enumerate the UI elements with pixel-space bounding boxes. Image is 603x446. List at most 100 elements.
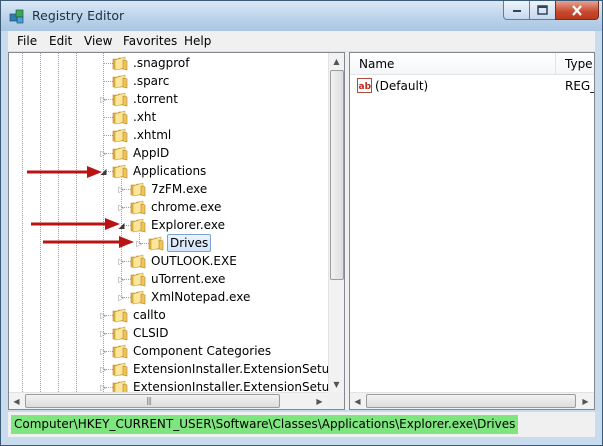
column-header-type[interactable]: Type <box>556 53 594 75</box>
value-type: REG_SZ <box>565 79 594 93</box>
folder-icon <box>112 91 128 107</box>
collapsed-triangle-icon[interactable]: ▷ <box>99 365 108 374</box>
scroll-down-button[interactable]: ▼ <box>329 376 344 392</box>
collapsed-triangle-icon[interactable]: ▷ <box>99 383 108 392</box>
collapsed-triangle-icon[interactable]: ▷ <box>117 203 126 212</box>
tree-node[interactable]: ▷ OUTLOOK.EXE <box>9 252 327 270</box>
registry-cubes-icon <box>9 9 24 24</box>
tree-node-label[interactable]: AppID <box>131 145 171 161</box>
scroll-thumb[interactable] <box>366 394 576 408</box>
tree-node-label[interactable]: .xht <box>131 109 158 125</box>
value-name: (Default) <box>375 79 429 93</box>
scroll-right-button[interactable]: ▶ <box>312 393 327 409</box>
folder-icon <box>112 127 128 143</box>
tree-node-label[interactable]: chrome.exe <box>149 199 223 215</box>
collapsed-triangle-icon[interactable]: ▷ <box>99 149 108 158</box>
scroll-thumb[interactable] <box>25 394 280 408</box>
collapsed-triangle-icon[interactable]: ▷ <box>99 329 108 338</box>
menu-help[interactable]: Help <box>184 34 211 48</box>
tree-node[interactable]: ▷ .torrent <box>9 90 327 108</box>
folder-icon <box>112 307 128 323</box>
tree-node[interactable]: .xht <box>9 108 327 126</box>
column-header-name[interactable]: Name <box>350 53 556 75</box>
values-list-pane[interactable]: Name Type ab (Default) REG_SZ ◀ ▶ <box>349 52 595 410</box>
folder-icon <box>130 289 146 305</box>
folder-icon <box>112 145 128 161</box>
tree-node-label[interactable]: .xhtml <box>131 127 173 143</box>
tree-node[interactable]: ▷ uTorrent.exe <box>9 270 327 288</box>
tree-node-label[interactable]: .snagprof <box>131 55 192 71</box>
tree-horizontal-scrollbar[interactable]: ◀ ||| ▶ <box>9 392 328 409</box>
folder-icon <box>130 271 146 287</box>
folder-icon <box>112 325 128 341</box>
tree-node-label[interactable]: .torrent <box>131 91 180 107</box>
red-arrow-icon <box>31 218 120 230</box>
tree-node-label[interactable]: Component Categories <box>131 343 273 359</box>
tree-node-label[interactable]: ExtensionInstaller.ExtensionSetup <box>131 361 339 377</box>
close-icon <box>572 4 582 16</box>
scroll-left-button[interactable]: ◀ <box>9 393 24 409</box>
tree-node[interactable]: ▷ ExtensionInstaller.ExtensionSetup <box>9 360 337 378</box>
tree-node[interactable]: .sparc <box>9 72 327 90</box>
key-tree-pane[interactable]: .snagprof .sparc ▷ .torrent .xht .xhtml ▷ AppID… <box>8 52 345 410</box>
registry-editor-window: Registry Editor File Edit View Favorites… <box>0 0 603 446</box>
tree-node-label[interactable]: XmlNotepad.exe <box>149 289 252 305</box>
tree-node[interactable]: ▷ callto <box>9 306 327 324</box>
folder-icon <box>112 361 128 377</box>
tree-node[interactable]: ▷ Component Categories <box>9 342 327 360</box>
collapsed-triangle-icon[interactable]: ▷ <box>117 185 126 194</box>
collapsed-triangle-icon[interactable]: ▷ <box>135 239 144 248</box>
scroll-right-button[interactable]: ▶ <box>578 393 593 409</box>
maximize-button[interactable] <box>529 1 556 20</box>
value-row[interactable]: ab (Default) REG_SZ <box>350 77 594 95</box>
tree-node[interactable]: ▷ chrome.exe <box>9 198 327 216</box>
window-title: Registry Editor <box>32 8 125 23</box>
tree-node[interactable]: .snagprof <box>9 54 327 72</box>
scroll-left-button[interactable]: ◀ <box>350 393 365 409</box>
red-arrow-icon <box>43 236 134 248</box>
folder-icon <box>112 163 128 179</box>
menu-view[interactable]: View <box>84 34 112 48</box>
tree-node-label[interactable]: uTorrent.exe <box>149 271 227 287</box>
minimize-button[interactable] <box>503 1 530 20</box>
tree-node-label[interactable]: 7zFM.exe <box>149 181 209 197</box>
scroll-corner <box>327 392 344 409</box>
collapsed-triangle-icon[interactable]: ▷ <box>99 95 108 104</box>
folder-icon <box>112 109 128 125</box>
tree-node-label[interactable]: Drives <box>167 234 212 252</box>
scroll-thumb[interactable] <box>330 70 344 280</box>
tree-node[interactable]: ▷ 7zFM.exe <box>9 180 327 198</box>
folder-icon <box>130 199 146 215</box>
maximize-icon <box>537 5 548 15</box>
menu-edit[interactable]: Edit <box>49 34 72 48</box>
tree-node[interactable]: .xhtml <box>9 126 327 144</box>
collapsed-triangle-icon[interactable]: ▷ <box>117 275 126 284</box>
tree-node-label[interactable]: Explorer.exe <box>149 217 227 233</box>
tree-node-label[interactable]: callto <box>131 307 168 323</box>
collapsed-triangle-icon[interactable]: ▷ <box>99 311 108 320</box>
menu-bar: File Edit View Favorites Help <box>8 31 595 52</box>
minimize-icon <box>512 10 521 12</box>
key-path-status: Computer\HKEY_CURRENT_USER\Software\Clas… <box>11 415 519 434</box>
close-button[interactable] <box>555 1 599 20</box>
tree-node[interactable]: ▷ XmlNotepad.exe <box>9 288 327 306</box>
tree-node-label[interactable]: .sparc <box>131 73 171 89</box>
svg-text:ab: ab <box>359 82 372 92</box>
folder-icon <box>130 253 146 269</box>
status-bar: Computer\HKEY_CURRENT_USER\Software\Clas… <box>8 412 595 437</box>
title-bar[interactable]: Registry Editor <box>1 1 602 31</box>
menu-file[interactable]: File <box>17 34 37 48</box>
tree-node[interactable]: ▷ AppID <box>9 144 327 162</box>
tree-node-label[interactable]: OUTLOOK.EXE <box>149 253 239 269</box>
folder-icon <box>112 73 128 89</box>
collapsed-triangle-icon[interactable]: ▷ <box>99 347 108 356</box>
collapsed-triangle-icon[interactable]: ▷ <box>117 257 126 266</box>
tree-node-label[interactable]: Applications <box>131 163 208 179</box>
menu-favorites[interactable]: Favorites <box>123 34 177 48</box>
tree-vertical-scrollbar[interactable]: ▲ ▼ <box>328 53 344 392</box>
collapsed-triangle-icon[interactable]: ▷ <box>117 293 126 302</box>
tree-node[interactable]: ▷ CLSID <box>9 324 327 342</box>
scroll-up-button[interactable]: ▲ <box>329 53 344 69</box>
tree-node-label[interactable]: CLSID <box>131 325 170 341</box>
list-horizontal-scrollbar[interactable]: ◀ ▶ <box>350 392 594 409</box>
